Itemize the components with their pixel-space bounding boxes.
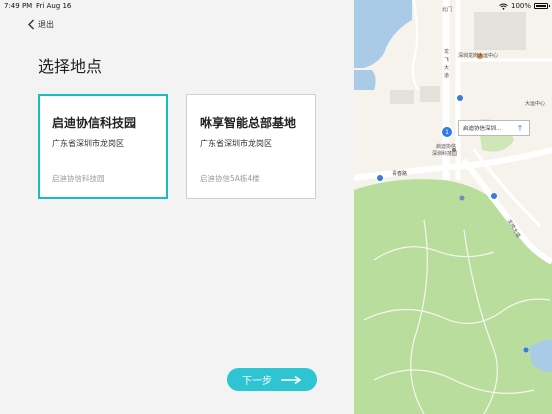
status-time: 7:49 PM	[4, 2, 33, 10]
battery-percent: 100%	[510, 2, 531, 10]
arrow-right-icon	[281, 375, 302, 384]
location-card-qidi[interactable]: 启迪协信科技园 广东省深圳市龙岗区 启迪协信科技园	[38, 94, 168, 199]
map-view[interactable]: 深圳龙岗大运中心 龙 飞 大 道 启迪协信 深圳科技园 青春路 大运中心 龙岗大…	[354, 0, 552, 414]
map-label-right: 大运中心	[525, 101, 546, 107]
map-label-road: 道	[444, 73, 450, 79]
back-button[interactable]: 退出	[27, 19, 54, 30]
page-title: 选择地点	[38, 57, 103, 76]
status-date: Fri Aug 16	[36, 2, 72, 10]
battery-icon	[534, 3, 550, 9]
map-label-road: 飞	[444, 57, 450, 63]
location-region: 广东省深圳市龙岗区	[52, 139, 124, 148]
location-name: 启迪协信科技园	[52, 116, 137, 130]
navigate-icon[interactable]: ↑	[514, 123, 526, 134]
map-label-road-qingchun: 青春路	[392, 171, 408, 177]
chevron-left-icon	[28, 19, 34, 30]
location-detail: 启迪协信科技园	[52, 174, 105, 183]
location-selection-panel: 退出 选择地点 启迪协信科技园 广东省深圳市龙岗区 启迪协信科技园 咻享智能总部…	[0, 0, 354, 414]
map-label-place: 启迪协信	[436, 144, 457, 150]
map-label-sports-center: 深圳龙岗大运中心	[458, 53, 499, 59]
next-step-label: 下一步	[242, 376, 272, 387]
status-right: 100%	[499, 2, 550, 10]
location-detail: 启迪协信5A栋4楼	[200, 174, 260, 183]
map-pin-icon[interactable]: 1	[441, 126, 453, 138]
location-region: 广东省深圳市龙岗区	[200, 139, 272, 148]
map-canvas	[354, 0, 552, 414]
map-callout-text: 启迪协信深圳...	[463, 126, 502, 132]
next-step-button[interactable]: 下一步	[227, 368, 317, 391]
back-label: 退出	[38, 20, 54, 29]
location-card-xiuxiang[interactable]: 咻享智能总部基地 广东省深圳市龙岗区 启迪协信5A栋4楼	[186, 94, 316, 199]
map-label-road: 大	[444, 65, 450, 71]
wifi-icon	[499, 3, 508, 10]
map-callout[interactable]: 启迪协信深圳... ↑	[458, 120, 530, 136]
map-label-place: 深圳科技园	[432, 151, 458, 157]
status-bar: 7:49 PM Fri Aug 16 100%	[0, 0, 552, 12]
map-label-road: 龙	[444, 49, 450, 55]
location-name: 咻享智能总部基地	[200, 116, 297, 130]
